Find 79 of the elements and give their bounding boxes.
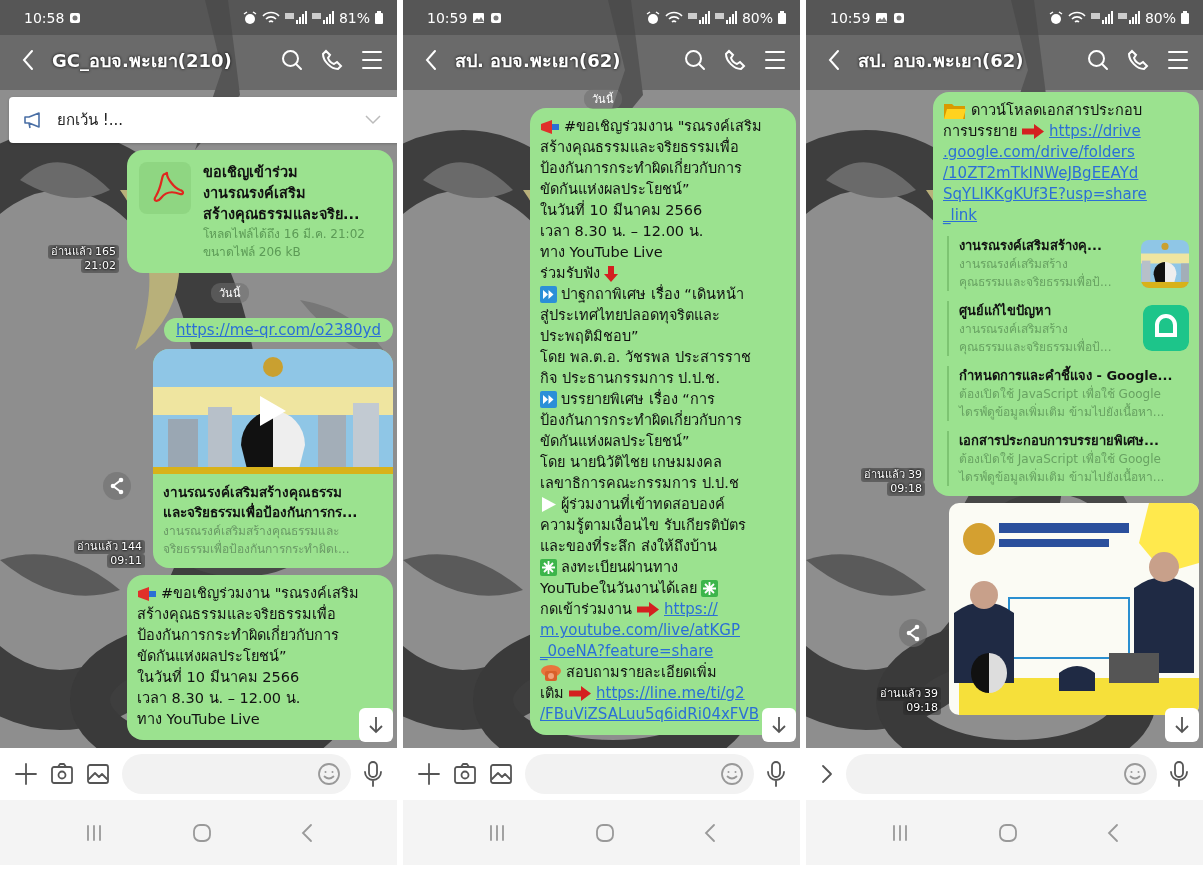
message-text: ป้องกันการกระทำผิดเกี่ยวกับการ <box>540 158 742 178</box>
telephone-icon <box>540 663 562 682</box>
image-icon[interactable] <box>489 762 513 786</box>
message-text: สู่ประเทศไทยปลอดทุจริตและ <box>540 306 720 326</box>
camera-icon[interactable] <box>50 762 74 786</box>
clock: 10:59 <box>427 9 468 26</box>
signal-icon <box>714 11 737 24</box>
date-label: วันนี้ <box>583 89 622 109</box>
right-arrow-icon <box>568 686 592 701</box>
megaphone-icon <box>540 118 560 135</box>
image-icon[interactable] <box>86 762 110 786</box>
home-icon[interactable] <box>997 822 1018 843</box>
message-text: YouTubeในวันงานได้เลย <box>540 579 697 598</box>
message-text: กดเข้าร่วมงาน <box>540 600 632 619</box>
signal-icon <box>687 11 710 24</box>
back-icon[interactable] <box>703 822 716 843</box>
message-text: ผู้ร่วมงานที่เข้าทดสอบองค์ <box>561 494 725 515</box>
right-arrow-icon <box>636 602 660 617</box>
battery-icon <box>778 11 786 24</box>
link[interactable]: m.youtube.com/live/atKGP <box>540 620 740 641</box>
chevron-right-icon[interactable] <box>820 763 834 785</box>
plus-icon[interactable] <box>417 762 441 786</box>
message-text: เวลา 8.30 น. – 12.00 น. <box>540 222 704 241</box>
microphone-icon[interactable] <box>363 761 383 787</box>
scroll-down-button[interactable] <box>762 708 796 742</box>
message-text: ทาง YouTube Live <box>540 243 663 262</box>
link[interactable]: _0oeNA?feature=share <box>540 641 714 662</box>
back-icon[interactable] <box>1106 822 1119 843</box>
emoji-icon[interactable] <box>317 762 341 786</box>
message-field[interactable] <box>846 754 1157 794</box>
phone-icon[interactable] <box>724 49 746 71</box>
link[interactable]: https://line.me/ti/g2 <box>596 683 745 704</box>
home-icon[interactable] <box>191 822 212 843</box>
message-text: บรรยายพิเศษ เรื่อง “การ <box>561 389 715 409</box>
notification-icon <box>490 11 503 24</box>
back-icon[interactable] <box>300 822 313 843</box>
gallery-icon <box>472 11 486 24</box>
message-text: ความรู้ตามเงื่อนไข รับเกียรติบัตร <box>540 515 746 536</box>
message-field[interactable] <box>122 754 351 794</box>
fast-forward-icon <box>540 286 557 303</box>
down-arrow-icon <box>604 265 618 282</box>
message-text: ร่วมรับฟัง <box>540 264 600 283</box>
sparkle-icon <box>700 580 718 597</box>
message-text: เลขาธิการคณะกรรมการ ป.ป.ช <box>540 474 739 493</box>
message-text: ลงทะเบียนผ่านทาง <box>561 558 678 577</box>
message-text: #ขอเชิญร่วมงาน "รณรงค์เสริม <box>564 117 763 136</box>
message-text: ในวันที่ 10 มีนาคม 2566 <box>540 200 703 220</box>
link[interactable]: https:// <box>664 599 718 620</box>
message-text: ปาฐกถาพิเศษ เรื่อง “เดินหน้า <box>561 284 744 305</box>
home-icon[interactable] <box>594 822 615 843</box>
emoji-icon[interactable] <box>720 762 744 786</box>
message-field[interactable] <box>525 754 754 794</box>
message-text: ประพฤติมิชอบ” <box>540 327 639 346</box>
message-text: ป้องกันการกระทำผิดเกี่ยวกับการ <box>540 410 742 430</box>
link[interactable]: /FBuViZSALuu5q6idRi04xFVB <box>540 704 760 725</box>
fast-forward-icon <box>540 391 557 408</box>
sparkle-icon <box>540 559 557 576</box>
message-text: ขัดกันแห่งผลประโยชน์” <box>540 180 690 199</box>
message-text: กิจ ประธานกรรมการ ป.ป.ช. <box>540 369 721 388</box>
microphone-icon[interactable] <box>1169 761 1189 787</box>
down-arrow-icon <box>771 716 787 734</box>
message-text: สร้างคุณธรรมและจริยธรรมเพื่อ <box>540 137 739 158</box>
chat-title: สป. อบจ.พะเยา(62) <box>455 48 622 73</box>
message-text: เติม <box>540 684 564 703</box>
alarm-icon <box>645 10 660 25</box>
search-icon[interactable] <box>684 49 706 71</box>
message-text: โดย พล.ต.อ. วัชรพล ประสารราช <box>540 348 751 367</box>
message-text: และของที่ระลึก ส่งให้ถึงบ้าน <box>540 536 717 556</box>
battery-level: 80% <box>741 9 773 26</box>
menu-icon[interactable] <box>764 50 786 70</box>
plus-icon[interactable] <box>14 762 38 786</box>
emoji-icon[interactable] <box>1123 762 1147 786</box>
message-text: ขัดกันแห่งผลประโยชน์” <box>540 432 690 451</box>
message-text: โดย นายนิวัติไชย เกษมมงคล <box>540 453 723 472</box>
message-text: สอบถามรายละเอียดเพิ่ม <box>566 662 717 682</box>
microphone-icon[interactable] <box>766 761 786 787</box>
wifi-icon <box>664 10 683 25</box>
camera-icon[interactable] <box>453 762 477 786</box>
play-icon <box>540 496 557 513</box>
